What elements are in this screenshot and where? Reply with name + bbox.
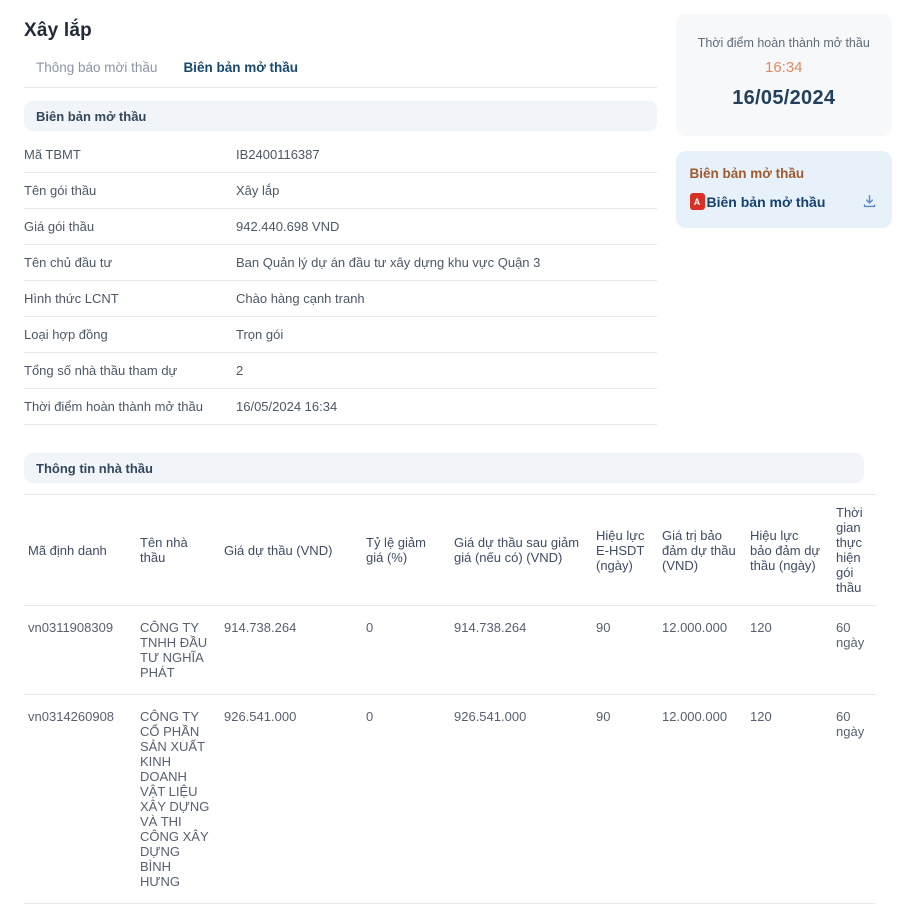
table-row: vn0311908309 CÔNG TY TNHH ĐẦU TƯ NGHĨA P… [24,605,876,695]
col-gia-sau-giam-gia: Giá dự thầu sau giảm giá (nếu có) (VND) [450,494,592,606]
tab-bar: Thông báo mời thầu Biên bản mở thầu [24,60,657,88]
field-value: Ban Quản lý dự án đầu tư xây dựng khu vự… [236,255,541,270]
bid-document-link[interactable]: Biên bản mở thầu [707,194,826,210]
document-card-title: Biên bản mở thầu [689,166,805,181]
field-label: Tên gói thầu [24,183,97,198]
bid-record-fields: Mã TBMT IB2400116387 Tên gói thầu Xây lắ… [24,137,657,425]
cell-hieu-luc-bao-dam: 120 [746,694,832,904]
cell-thoi-gian-thuc-hien: 60 ngày [832,605,876,695]
download-icon[interactable] [861,193,878,210]
field-value: 2 [236,363,244,378]
field-value: 16/05/2024 16:34 [236,399,338,414]
field-label: Giá gói thầu [24,219,95,234]
contractors-section: Thông tin nhà thầu Mã định danh Tên nhà … [24,453,892,904]
contractors-section-title: Thông tin nhà thầu [36,460,153,476]
contractors-table: Mã định danh Tên nhà thầu Giá dự thầu (V… [24,494,876,904]
cell-ty-le-giam-gia: 0 [362,605,450,695]
main-column: Xây lắp Thông báo mời thầu Biên bản mở t… [24,14,657,425]
field-label: Hình thức LCNT [24,291,119,306]
field-label: Thời điểm hoàn thành mở thầu [24,399,203,414]
field-row: Tổng số nhà thầu tham dự 2 [24,353,657,389]
cell-gia-du-thau: 926.541.000 [220,694,362,904]
page-title: Xây lắp [24,20,92,41]
field-row: Tên chủ đầu tư Ban Quản lý dự án đầu tư … [24,245,657,281]
field-value: Trọn gói [236,327,284,342]
col-ten-nha-thau: Tên nhà thầu [136,494,220,606]
cell-hieu-luc-bao-dam: 120 [746,605,832,695]
cell-ty-le-giam-gia: 0 [362,694,450,904]
cell-gia-sau-giam-gia: 926.541.000 [450,694,592,904]
cell-ten-nha-thau: CÔNG TY CỔ PHẦN SẢN XUẤT KINH DOANH VẬT … [136,694,220,904]
col-hieu-luc-ehsdt: Hiệu lực E-HSDT (ngày) [592,494,658,606]
col-gia-du-thau: Giá dự thầu (VND) [220,494,362,606]
bid-record-section-title: Biên bản mở thầu [36,108,147,124]
field-value: IB2400116387 [236,147,320,162]
cell-thoi-gian-thuc-hien: 60 ngày [832,694,876,904]
page: Xây lắp Thông báo mời thầu Biên bản mở t… [0,0,904,904]
cell-ma-dinh-danh: vn0311908309 [24,605,136,695]
tab-bien-ban-mo-thau[interactable]: Biên bản mở thầu [183,60,298,75]
document-row: A Biên bản mở thầu [689,193,878,210]
field-label: Tổng số nhà thầu tham dự [24,363,178,378]
cell-hieu-luc-ehsdt: 90 [592,694,658,904]
completion-card-title: Thời điểm hoàn thành mở thầu [697,36,870,50]
field-value: Chào hàng cạnh tranh [236,291,365,306]
field-row: Giá gói thầu 942.440.698 VND [24,209,657,245]
field-value: Xây lắp [236,183,280,198]
contractors-section-header: Thông tin nhà thầu [24,453,864,483]
cell-gia-tri-bao-dam: 12.000.000 [658,694,746,904]
table-row: vn0314260908 CÔNG TY CỔ PHẦN SẢN XUẤT KI… [24,694,876,904]
bid-record-section-header: Biên bản mở thầu [24,101,657,131]
col-ty-le-giam-gia: Tỷ lệ giảm giá (%) [362,494,450,606]
tab-thong-bao-moi-thau[interactable]: Thông báo mời thầu [36,60,157,75]
sidebar: Thời điểm hoàn thành mở thầu 16:34 16/05… [675,14,892,228]
field-row: Hình thức LCNT Chào hàng cạnh tranh [24,281,657,317]
bid-document-card: Biên bản mở thầu A Biên bản mở thầu [675,151,892,228]
cell-ten-nha-thau: CÔNG TY TNHH ĐẦU TƯ NGHĨA PHÁT [136,605,220,695]
cell-gia-sau-giam-gia: 914.738.264 [450,605,592,695]
cell-gia-du-thau: 914.738.264 [220,605,362,695]
field-label: Loại hợp đồng [24,327,108,342]
col-gia-tri-bao-dam: Giá trị bảo đảm dự thầu (VND) [658,494,746,606]
field-row: Tên gói thầu Xây lắp [24,173,657,209]
field-row: Loại hợp đồng Trọn gói [24,317,657,353]
col-ma-dinh-danh: Mã định danh [24,494,136,606]
table-header-row: Mã định danh Tên nhà thầu Giá dự thầu (V… [24,494,876,606]
completion-time: 16:34 [764,59,803,76]
cell-gia-tri-bao-dam: 12.000.000 [658,605,746,695]
field-row: Mã TBMT IB2400116387 [24,137,657,173]
cell-hieu-luc-ehsdt: 90 [592,605,658,695]
field-value: 942.440.698 VND [236,219,340,234]
pdf-file-icon: A [689,193,705,210]
cell-ma-dinh-danh: vn0314260908 [24,694,136,904]
col-hieu-luc-bao-dam: Hiệu lực bảo đảm dự thầu (ngày) [746,494,832,606]
field-label: Mã TBMT [24,147,81,162]
completion-time-card: Thời điểm hoàn thành mở thầu 16:34 16/05… [675,14,892,136]
col-thoi-gian-thuc-hien: Thời gian thực hiện gói thầu [832,494,876,606]
field-row: Thời điểm hoàn thành mở thầu 16/05/2024 … [24,389,657,425]
field-label: Tên chủ đầu tư [24,255,113,270]
completion-date: 16/05/2024 [732,87,836,109]
